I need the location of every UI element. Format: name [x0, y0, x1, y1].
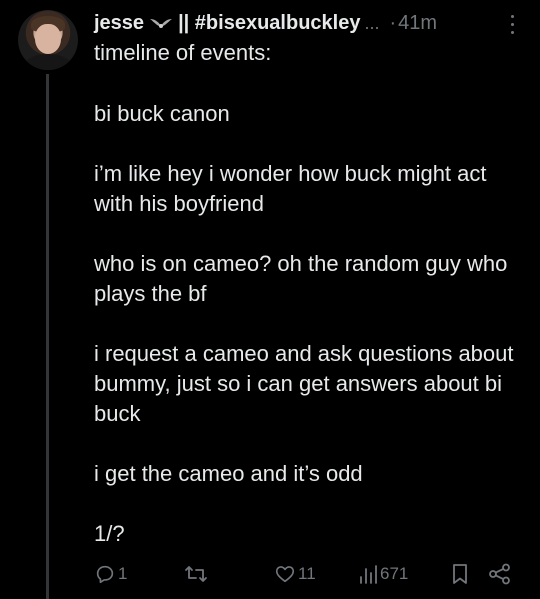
like-button[interactable]: 11 — [274, 561, 316, 587]
retweet-icon — [184, 563, 208, 585]
avatar-face — [35, 24, 61, 54]
views-button[interactable]: 671 — [358, 561, 408, 587]
tweet-paragraph: timeline of events: — [94, 40, 272, 65]
tweet-paragraph: i request a cameo and ask questions abou… — [94, 341, 514, 426]
display-name-suffix[interactable]: || #bisexualbuckley — [178, 12, 360, 35]
tweet-header: jesse || #bisexualbuckley ... · 41m — [94, 10, 437, 36]
heart-icon — [274, 563, 296, 585]
bookmark-button[interactable] — [450, 561, 470, 587]
tweet-paragraph: i get the cameo and it’s odd — [94, 461, 363, 486]
timestamp[interactable]: 41m — [398, 12, 437, 35]
separator-dot: · — [389, 11, 397, 34]
tweet-paragraph: 1/? — [94, 521, 125, 546]
like-count: 11 — [298, 564, 316, 583]
more-options-icon[interactable] — [506, 12, 518, 36]
view-count: 671 — [380, 564, 409, 583]
bookmark-icon — [450, 563, 470, 585]
tweet-paragraph: i’m like hey i wonder how buck might act… — [94, 161, 487, 216]
retweet-button[interactable] — [184, 561, 210, 587]
bird-wings-icon — [150, 17, 173, 29]
tweet-paragraph: who is on cameo? oh the random guy who p… — [94, 251, 508, 306]
display-name[interactable]: jesse — [94, 12, 144, 35]
reply-icon — [94, 563, 116, 585]
reply-button[interactable]: 1 — [94, 561, 127, 587]
reply-count: 1 — [118, 564, 128, 583]
share-icon — [488, 563, 512, 585]
action-bar: 1 11 671 — [94, 561, 524, 587]
bar-chart-icon — [358, 563, 378, 585]
tweet-paragraph: bi buck canon — [94, 101, 230, 126]
avatar-shirt — [24, 54, 72, 70]
name-truncation: ... — [364, 12, 380, 33]
tweet-text: timeline of events: bi buck canon i’m li… — [94, 38, 524, 579]
avatar[interactable] — [18, 10, 78, 70]
thread-line — [46, 74, 49, 599]
share-button[interactable] — [488, 561, 512, 587]
